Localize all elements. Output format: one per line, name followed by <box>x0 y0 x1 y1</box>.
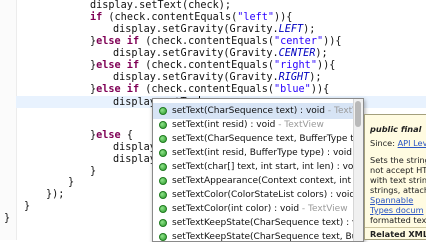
public-method-icon <box>159 163 167 171</box>
code-line: } <box>4 213 11 224</box>
public-method-icon <box>159 121 167 129</box>
javadoc-text: Types docum <box>370 205 424 215</box>
public-method-icon <box>159 219 167 227</box>
code-line: }else { <box>90 130 133 141</box>
related-xml-label: Related XML <box>370 229 426 239</box>
code-line: if (check.contentEquals("left")){ <box>90 12 293 23</box>
javadoc-heading: public final <box>370 124 422 134</box>
code-line: } <box>90 166 97 177</box>
code-line: } <box>24 201 31 212</box>
code-line: display.setGravity(Gravity.RIGHT); <box>113 72 322 83</box>
public-method-icon <box>159 205 167 213</box>
javadoc-since: Since: API Lev <box>370 138 426 148</box>
javadoc-panel[interactable]: public final Since: API Lev Sets the str… <box>364 114 426 240</box>
public-method-icon <box>159 135 167 143</box>
autocomplete-popup[interactable]: setText(CharSequence text) : void - Text… <box>152 98 364 242</box>
code-line: display.setText(check); <box>90 0 232 11</box>
javadoc-text: Sets the string <box>370 155 426 165</box>
spannable-link[interactable]: Spannable <box>370 195 413 205</box>
autocomplete-scrollbar[interactable] <box>353 99 363 241</box>
javadoc-text: formatted tex <box>370 215 426 225</box>
api-level-link[interactable]: API Lev <box>398 138 426 148</box>
code-line: }else if (check.contentEquals("right")){ <box>90 60 336 71</box>
autocomplete-item[interactable]: setTextKeepState(CharSequence text, Buff… <box>153 229 353 241</box>
scrollbar-thumb[interactable] <box>355 101 361 127</box>
code-line: } <box>68 177 75 188</box>
public-method-icon <box>159 177 167 185</box>
public-method-icon <box>159 107 167 115</box>
code-line: display.setGravity(Gravity.LEFT); <box>113 24 316 35</box>
code-line: }); <box>46 189 65 200</box>
code-line: }else if (check.contentEquals("blue")){ <box>90 84 330 95</box>
javadoc-text: not accept HT <box>370 165 426 175</box>
code-line: }else if (check.contentEquals("center"))… <box>90 36 342 47</box>
editor-gutter <box>0 0 17 240</box>
javadoc-footer: Related XML <box>365 227 426 239</box>
public-method-icon <box>159 149 167 157</box>
javadoc-text: strings, attach <box>370 185 426 195</box>
code-line: display.setGravity(Gravity.CENTER); <box>113 48 328 59</box>
public-method-icon <box>159 191 167 199</box>
javadoc-text: with text string <box>370 175 426 185</box>
